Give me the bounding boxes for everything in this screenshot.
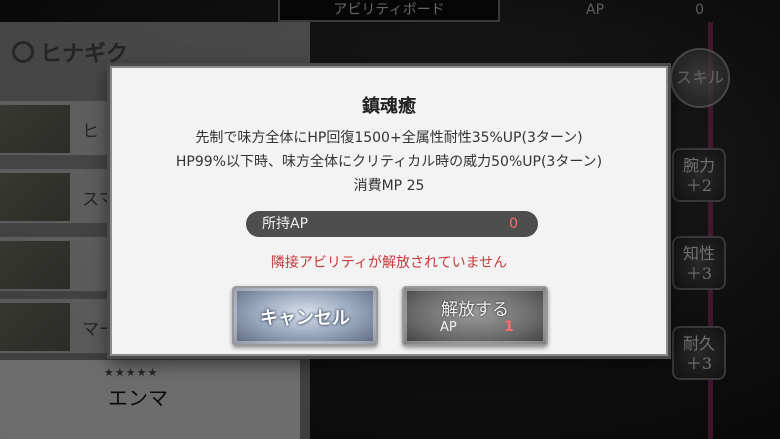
owned-ap-value: 0 [509, 216, 518, 232]
ability-description: 先制で味方全体にHP回復1500+全属性耐性35%UP(3ターン) HP99%以… [112, 126, 666, 198]
description-line: 先制で味方全体にHP回復1500+全属性耐性35%UP(3ターン) [195, 130, 583, 146]
ability-title: 鎮魂癒 [362, 96, 416, 117]
mp-cost: 消費MP 25 [353, 178, 425, 194]
release-button-label: 解放する [441, 300, 509, 320]
cancel-button[interactable]: キャンセル [232, 286, 378, 346]
owned-ap-label: 所持AP [262, 216, 309, 232]
release-cost-label: AP [440, 320, 457, 335]
warning-message: 隣接アビリティが解放されていません [270, 255, 508, 271]
ability-release-dialog: 鎮魂癒 先制で味方全体にHP回復1500+全属性耐性35%UP(3ターン) HP… [110, 66, 668, 356]
cancel-button-label: キャンセル [260, 308, 350, 329]
release-button[interactable]: 解放する AP 1 [402, 286, 548, 346]
owned-ap-bar: 所持AP 0 [246, 211, 538, 237]
release-cost-value: 1 [504, 319, 514, 335]
description-line: HP99%以下時、味方全体にクリティカル時の威力50%UP(3ターン) [175, 154, 603, 170]
